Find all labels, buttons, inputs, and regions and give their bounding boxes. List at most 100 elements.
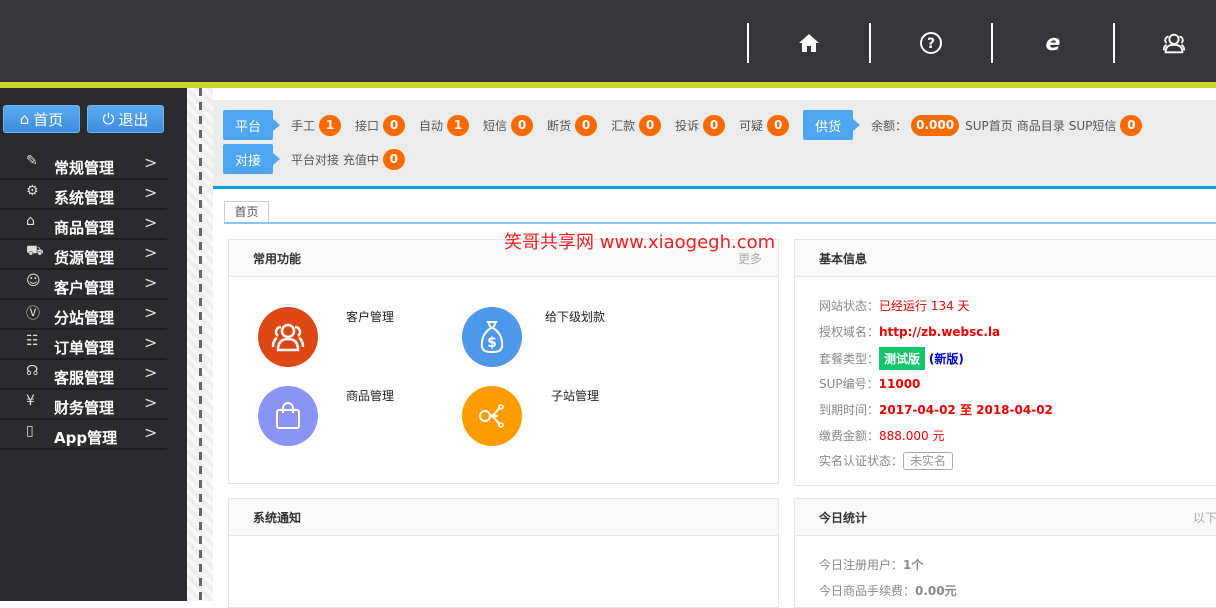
sup-sms-link[interactable]: SUP短信 bbox=[1069, 117, 1117, 134]
sup-number: 11000 bbox=[878, 377, 921, 391]
platform-item-count: 0 bbox=[511, 114, 534, 136]
platform-item-label[interactable]: 短信 bbox=[483, 117, 507, 134]
home-icon: ⌂ bbox=[19, 110, 30, 128]
bag-icon: ⌂ bbox=[26, 213, 35, 229]
platform-item-label[interactable]: 投诉 bbox=[675, 117, 699, 134]
money-bag-icon: $ bbox=[462, 307, 522, 367]
sidebar-item-label: 货源管理 bbox=[54, 249, 115, 267]
notice-divider bbox=[213, 186, 1216, 189]
info-label: 今日商品手续费： bbox=[819, 584, 916, 598]
sidebar-item[interactable]: ¥ 财务管理 > bbox=[0, 390, 167, 420]
info-label: 缴费金额： bbox=[819, 429, 880, 443]
help-icon[interactable]: ? bbox=[918, 30, 944, 56]
platform-item-label[interactable]: 汇款 bbox=[611, 117, 635, 134]
sidebar-item[interactable]: ▯ App管理 > bbox=[0, 420, 167, 450]
balance-label: 余额： bbox=[871, 118, 908, 133]
platform-item-label[interactable]: 手工 bbox=[291, 117, 315, 134]
ie-browser-icon[interactable]: e bbox=[1040, 30, 1066, 56]
domain-link[interactable]: http://zb.websc.la bbox=[879, 325, 1000, 339]
shortcut-label[interactable]: 商品管理 bbox=[346, 387, 394, 404]
panel-title: 基本信息 bbox=[819, 252, 868, 266]
sidebar: ⌂ 首页 ⏻ 退出 ✎ 常规管理 > ⚙ 系统管理 > ⌂ 商品管理 > ⛟ 货源管理 > ☺ 客户管理 > Ⓥ 分… bbox=[0, 88, 187, 601]
shortcut-label[interactable]: 客户管理 bbox=[346, 308, 394, 325]
sidebar-item[interactable]: ⚙ 系统管理 > bbox=[0, 180, 167, 210]
gear-icon: ⚙ bbox=[26, 183, 39, 199]
watermark: 笑哥共享网 www.xiaogegh.com bbox=[504, 232, 776, 253]
sidebar-item[interactable]: Ⓥ 分站管理 > bbox=[0, 300, 167, 330]
panel-title: 系统通知 bbox=[253, 511, 302, 525]
home-icon[interactable] bbox=[796, 30, 822, 56]
power-icon: ⏻ bbox=[102, 110, 115, 128]
logout-button[interactable]: ⏻ 退出 bbox=[87, 105, 164, 133]
svg-text:$: $ bbox=[487, 335, 497, 351]
info-label: 到期时间： bbox=[819, 403, 880, 417]
platform-item-count: 1 bbox=[447, 114, 470, 136]
shortcut-transfer[interactable]: $ bbox=[462, 307, 522, 367]
chevron-right-icon: > bbox=[144, 213, 158, 232]
today-users: 1个 bbox=[903, 558, 924, 572]
sidebar-item-label: App管理 bbox=[54, 429, 118, 447]
today-stats-panel: 今日统计 以下 今日注册用户：1个 今日商品手续费：0.00元 bbox=[794, 498, 1216, 608]
chevron-right-icon: > bbox=[144, 333, 158, 352]
chevron-right-icon: > bbox=[144, 423, 158, 442]
sidebar-item[interactable]: ☊ 客服管理 > bbox=[0, 360, 167, 390]
verify-badge[interactable]: 未实名 bbox=[903, 452, 954, 470]
chevron-right-icon: > bbox=[144, 273, 158, 292]
tab-underline bbox=[224, 222, 1216, 224]
platform-item-label[interactable]: 自动 bbox=[419, 117, 443, 134]
panel-title: 常用功能 bbox=[253, 252, 302, 266]
sidebar-item[interactable]: ☷ 订单管理 > bbox=[0, 330, 167, 360]
sidebar-item[interactable]: ⌂ 商品管理 > bbox=[0, 210, 167, 240]
sidebar-item[interactable]: ⛟ 货源管理 > bbox=[0, 240, 167, 270]
clipboard-icon: ☷ bbox=[26, 333, 39, 349]
plan-note: (新版) bbox=[928, 352, 964, 366]
dock-tag: 对接 bbox=[223, 144, 280, 174]
common-functions-panel: 常用功能 更多 客户管理 $ 给下级划款 商品管理 子站管理 bbox=[228, 239, 779, 484]
more-link[interactable]: 以下 bbox=[1193, 509, 1216, 526]
top-bar bbox=[0, 0, 1216, 82]
chevron-right-icon: > bbox=[144, 153, 158, 172]
shortcut-customer[interactable] bbox=[258, 307, 318, 367]
shortcut-substation[interactable] bbox=[462, 386, 522, 446]
platform-item-count: 0 bbox=[703, 114, 726, 136]
shopping-bag-icon bbox=[258, 386, 318, 446]
home-button[interactable]: ⌂ 首页 bbox=[3, 105, 80, 133]
sidebar-item[interactable]: ☺ 客户管理 > bbox=[0, 270, 167, 300]
edit-icon: ✎ bbox=[26, 153, 38, 169]
dock-count: 0 bbox=[382, 148, 405, 170]
dock-label[interactable]: 平台对接 充值中 bbox=[291, 151, 379, 168]
tab-home[interactable]: 首页 bbox=[224, 201, 269, 223]
catalog-link[interactable]: 商品目录 bbox=[1017, 117, 1065, 134]
fee-amount: 888.000 元 bbox=[879, 429, 945, 443]
platform-item-count: 1 bbox=[319, 114, 342, 136]
platform-item-label[interactable]: 接口 bbox=[355, 117, 379, 134]
platform-item-label[interactable]: 断货 bbox=[547, 117, 571, 134]
sup-home-link[interactable]: SUP首页 bbox=[965, 117, 1013, 134]
site-status: 已经运行 134 天 bbox=[879, 299, 970, 313]
dashed-divider bbox=[199, 88, 202, 601]
sidebar-item-label: 商品管理 bbox=[54, 219, 115, 237]
info-label: 网站状态： bbox=[819, 299, 880, 313]
chevron-right-icon: > bbox=[144, 363, 158, 382]
sidebar-item[interactable]: ✎ 常规管理 > bbox=[0, 150, 167, 180]
shortcut-label[interactable]: 子站管理 bbox=[551, 387, 599, 404]
platform-item-label[interactable]: 可疑 bbox=[739, 117, 763, 134]
info-label: 今日注册用户： bbox=[819, 558, 904, 572]
home-button-label: 首页 bbox=[33, 110, 64, 129]
platform-item-count: 0 bbox=[575, 114, 598, 136]
sidebar-item-label: 客户管理 bbox=[54, 279, 115, 297]
platform-item-count: 0 bbox=[639, 114, 662, 136]
svg-text:?: ? bbox=[927, 36, 935, 52]
platform-item-count: 0 bbox=[767, 114, 790, 136]
support-icon: ☊ bbox=[26, 363, 39, 379]
notice-bar: 平台 手工 1 接口 0 自动 1 短信 0 断货 0 汇款 0 投诉 0 可疑 0 供货 余额： 0.000 S… bbox=[213, 100, 1216, 186]
shortcut-label[interactable]: 给下级划款 bbox=[545, 308, 605, 325]
sidebar-item-label: 分站管理 bbox=[54, 309, 115, 327]
sidebar-item-label: 财务管理 bbox=[54, 399, 115, 417]
system-notice-panel: 系统通知 bbox=[228, 498, 779, 608]
sidebar-item-label: 订单管理 bbox=[54, 339, 115, 357]
users-icon[interactable] bbox=[1161, 30, 1187, 56]
shortcut-goods[interactable] bbox=[258, 386, 318, 446]
share-icon bbox=[462, 386, 522, 446]
platform-tag: 平台 bbox=[223, 110, 280, 140]
